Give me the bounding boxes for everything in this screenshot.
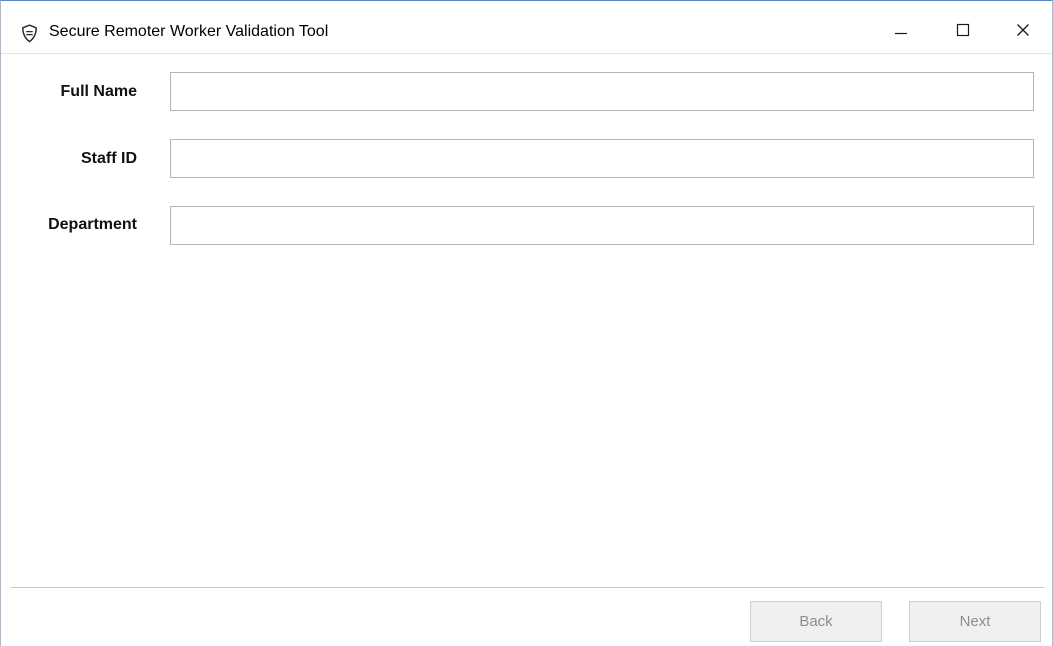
minimize-button[interactable] <box>878 13 924 51</box>
staff-id-label: Staff ID <box>81 150 137 167</box>
title-bar[interactable]: Secure Remoter Worker Validation Tool <box>1 1 1052 54</box>
shield-icon <box>21 24 38 43</box>
window-title: Secure Remoter Worker Validation Tool <box>49 23 329 40</box>
close-icon <box>1016 23 1030 42</box>
next-button[interactable]: Next <box>909 601 1041 642</box>
minimize-icon <box>894 23 908 42</box>
maximize-button[interactable] <box>940 13 986 51</box>
full-name-field[interactable] <box>170 72 1034 111</box>
staff-id-field[interactable] <box>170 139 1034 178</box>
footer-divider <box>11 587 1044 588</box>
department-field[interactable] <box>170 206 1034 245</box>
maximize-icon <box>956 23 970 42</box>
back-button[interactable]: Back <box>750 601 882 642</box>
app-window: Secure Remoter Worker Validation Tool Fu… <box>0 0 1053 646</box>
full-name-label: Full Name <box>60 83 137 100</box>
department-label: Department <box>48 216 137 233</box>
close-button[interactable] <box>1000 13 1046 51</box>
